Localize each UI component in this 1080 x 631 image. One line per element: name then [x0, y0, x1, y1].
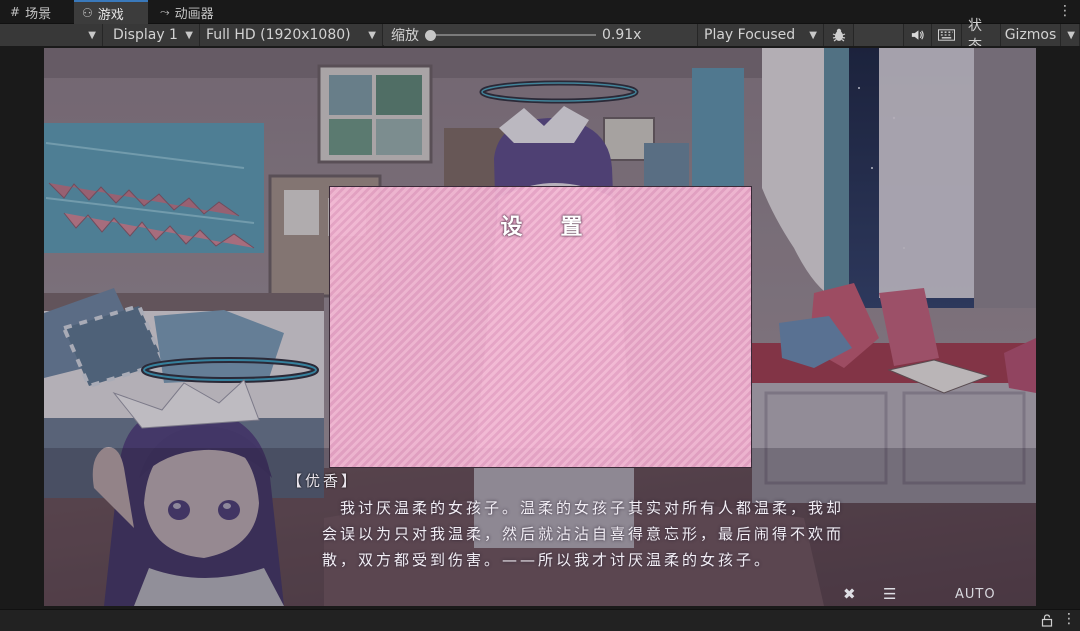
chevron-down-icon: ▼: [1067, 30, 1075, 41]
dialogue-line: 我讨厌温柔的女孩子。温柔的女孩子其实对所有人都温柔，我却: [340, 499, 845, 517]
more-options-icon[interactable]: ⋮: [1058, 3, 1072, 19]
shortcuts-button[interactable]: [932, 24, 962, 46]
play-focus-select[interactable]: Play Focused ▼: [698, 24, 824, 46]
chevron-down-icon: ▼: [185, 30, 193, 41]
animator-icon: ⤳: [160, 4, 170, 19]
play-focus-label: Play Focused: [704, 27, 796, 43]
bug-button[interactable]: [824, 24, 854, 46]
dialogue-line: 会误以为只对我温柔，然后就沾沾自喜得意忘形，最后闹得不欢而: [322, 525, 845, 543]
tab-bar: # 场景 ⚇ 游戏 ⤳ 动画器 ⋮: [0, 0, 1080, 24]
speaker-icon: [911, 30, 924, 40]
mute-audio-button[interactable]: [904, 24, 932, 46]
toolbar-spacer: [854, 24, 904, 46]
lock-icon[interactable]: [1041, 614, 1053, 627]
settings-panel[interactable]: 设置: [329, 186, 752, 468]
keyboard-icon: [938, 29, 955, 41]
display-select[interactable]: Display 1 ▼: [103, 24, 200, 46]
tab-scene[interactable]: # 场景: [2, 0, 72, 24]
dialogue-line: 散，双方都受到伤害。——所以我才讨厌温柔的女孩子。: [322, 551, 773, 569]
status-bar: ⋮: [0, 609, 1080, 631]
tab-animator[interactable]: ⤳ 动画器: [152, 0, 232, 24]
grid-icon: #: [10, 5, 21, 19]
tab-game-label: 游戏: [97, 7, 124, 23]
gizmos-dropdown[interactable]: ▼: [1061, 24, 1080, 46]
game-view-dropdown[interactable]: ▼: [0, 24, 103, 46]
more-options-icon[interactable]: ⋮: [1062, 611, 1076, 627]
display-select-label: Display 1: [113, 27, 178, 43]
close-icon[interactable]: ✖: [843, 585, 856, 603]
menu-list-icon[interactable]: ☰: [883, 585, 896, 603]
tab-game[interactable]: ⚇ 游戏: [74, 0, 148, 24]
bug-icon: [832, 28, 845, 42]
chevron-down-icon: ▼: [809, 30, 817, 41]
tab-animator-label: 动画器: [174, 6, 214, 22]
settings-title: 设置: [500, 215, 621, 240]
tab-scene-label: 场景: [25, 6, 52, 22]
unity-editor-window: # 场景 ⚇ 游戏 ⤳ 动画器 ⋮ ▼ Display 1 ▼ Full HD …: [0, 0, 1080, 631]
stats-button[interactable]: 状态: [962, 18, 1001, 54]
scale-slider-track[interactable]: [431, 34, 596, 36]
chevron-down-icon: ▼: [88, 30, 96, 41]
resolution-select-label: Full HD (1920x1080): [206, 27, 351, 43]
gizmos-button[interactable]: Gizmos: [1001, 24, 1061, 46]
auto-button[interactable]: AUTO: [955, 587, 996, 602]
gamepad-icon: ⚇: [82, 6, 93, 20]
scale-value: 0.91x: [602, 27, 642, 43]
scale-label: 缩放: [391, 28, 419, 44]
speaker-name: 【优香】: [287, 472, 360, 490]
resolution-select[interactable]: Full HD (1920x1080) ▼: [200, 24, 383, 46]
chevron-down-icon: ▼: [368, 30, 376, 41]
gizmos-label: Gizmos: [1004, 27, 1057, 43]
scale-slider-handle[interactable]: [425, 30, 436, 41]
